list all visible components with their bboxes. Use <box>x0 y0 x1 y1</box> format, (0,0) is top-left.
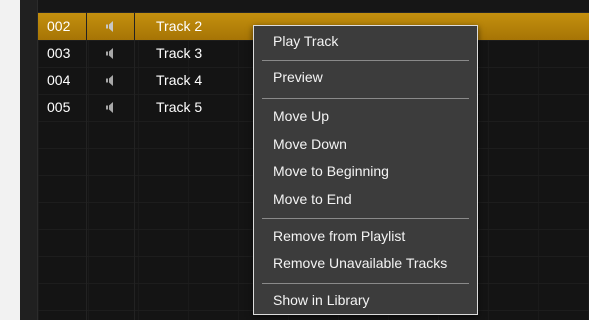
menu-separator <box>262 60 469 61</box>
menu-separator <box>262 283 469 284</box>
menu-item-move-to-beginning[interactable]: Move to Beginning <box>254 158 477 185</box>
speaker-icon <box>106 67 122 94</box>
menu-item-show-in-library[interactable]: Show in Library <box>254 287 477 314</box>
menu-item-move-up[interactable]: Move Up <box>254 103 477 130</box>
track-number: 002 <box>47 18 71 34</box>
speaker-icon <box>106 40 122 67</box>
playlist-header-bar <box>38 0 589 13</box>
menu-item-remove-unavailable-tracks[interactable]: Remove Unavailable Tracks <box>254 250 477 277</box>
menu-item-move-down[interactable]: Move Down <box>254 131 477 158</box>
track-number: 005 <box>47 99 71 115</box>
column-divider <box>86 13 87 320</box>
menu-separator <box>262 218 469 219</box>
menu-item-move-to-end[interactable]: Move to End <box>254 186 477 213</box>
column-divider <box>134 13 135 320</box>
left-panel-edge <box>20 0 38 320</box>
menu-item-remove-from-playlist[interactable]: Remove from Playlist <box>254 223 477 250</box>
menu-item-play-track[interactable]: Play Track <box>254 28 477 55</box>
speaker-icon <box>106 94 122 121</box>
track-number: 004 <box>47 72 71 88</box>
menu-item-preview[interactable]: Preview <box>254 64 477 91</box>
track-number: 003 <box>47 45 71 61</box>
speaker-icon <box>106 13 122 40</box>
menu-separator <box>262 98 469 99</box>
context-menu: Play Track Preview Move Up Move Down Mov… <box>253 25 478 315</box>
